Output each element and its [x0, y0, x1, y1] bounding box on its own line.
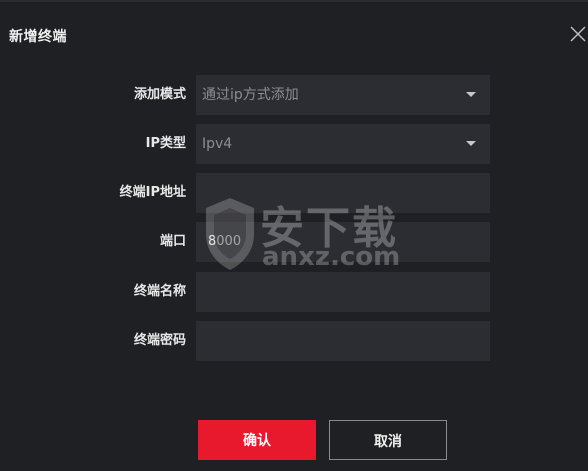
cancel-button[interactable]: 取消 [329, 420, 447, 460]
terminal-name-input[interactable] [196, 272, 490, 312]
ip-type-row: IP类型 Ipv4 [0, 124, 588, 164]
terminal-password-row: 终端密码 [0, 321, 588, 361]
terminal-password-input[interactable] [196, 321, 490, 361]
chevron-down-icon [466, 92, 476, 97]
add-terminal-dialog: 新增终端 添加模式 通过ip方式添加 IP类型 Ipv4 终端IP地址 端口 8… [0, 0, 588, 471]
terminal-password-label: 终端密码 [133, 333, 186, 348]
terminal-name-row: 终端名称 [0, 272, 588, 312]
dialog-top-border [0, 0, 588, 2]
add-mode-label: 添加模式 [133, 87, 186, 102]
ip-type-value: Ipv4 [202, 136, 233, 152]
terminal-name-field[interactable] [196, 272, 490, 312]
port-input[interactable]: 8000 [208, 222, 241, 262]
port-label: 端口 [159, 234, 186, 249]
terminal-name-label: 终端名称 [133, 284, 186, 299]
ip-type-label: IP类型 [145, 136, 186, 151]
terminal-ip-label: 终端IP地址 [119, 185, 186, 200]
confirm-button[interactable]: 确认 [198, 420, 316, 460]
port-field[interactable]: 8000 [196, 222, 490, 262]
chevron-down-icon [466, 141, 476, 146]
close-icon[interactable] [568, 24, 588, 44]
add-mode-select[interactable]: 通过ip方式添加 [196, 75, 490, 115]
terminal-ip-field[interactable] [196, 173, 490, 213]
terminal-password-field[interactable] [196, 321, 490, 361]
dialog-title: 新增终端 [9, 29, 67, 45]
add-mode-row: 添加模式 通过ip方式添加 [0, 75, 588, 115]
add-mode-value: 通过ip方式添加 [202, 87, 299, 103]
port-row: 端口 8000 [0, 222, 588, 262]
terminal-ip-input[interactable] [196, 173, 490, 213]
terminal-ip-row: 终端IP地址 [0, 173, 588, 213]
ip-type-select[interactable]: Ipv4 [196, 124, 490, 164]
